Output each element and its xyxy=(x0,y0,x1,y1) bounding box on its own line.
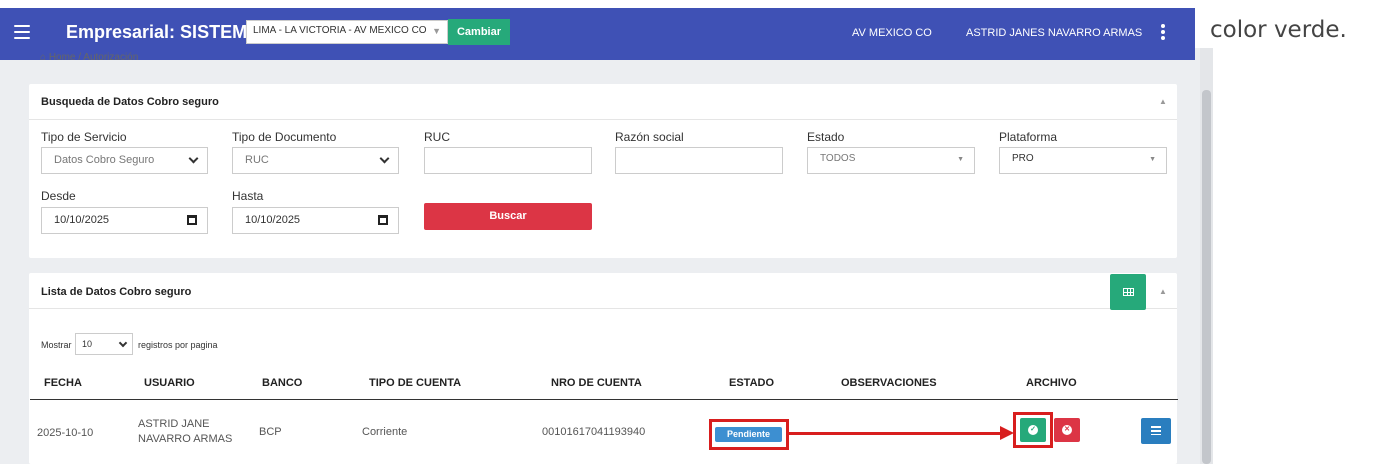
detail-button[interactable] xyxy=(1141,418,1171,444)
status-badge: Pendiente xyxy=(715,427,782,442)
col-estado[interactable]: ESTADO xyxy=(729,377,774,389)
hasta-value: 10/10/2025 xyxy=(245,214,301,226)
scrollbar-thumb[interactable] xyxy=(1202,90,1211,464)
show-label: Mostrar xyxy=(41,340,72,350)
col-usuario[interactable]: USUARIO xyxy=(144,377,195,389)
label-tipo-documento: Tipo de Documento xyxy=(232,130,337,144)
times-circle-icon: ✕ xyxy=(1062,425,1072,435)
table-header-divider xyxy=(30,399,1178,400)
col-tipo-cuenta[interactable]: TIPO DE CUENTA xyxy=(369,377,461,389)
export-excel-button[interactable] xyxy=(1110,274,1146,310)
desde-value: 10/10/2025 xyxy=(54,214,110,226)
page-size-select[interactable]: 10 xyxy=(75,333,133,355)
search-card-title: Busqueda de Datos Cobro seguro xyxy=(41,96,219,108)
kebab-menu-icon[interactable] xyxy=(1160,24,1166,40)
company-title: Empresarial: SISTEMAS xyxy=(66,22,273,42)
ruc-input[interactable] xyxy=(424,147,592,174)
calendar-icon[interactable] xyxy=(378,215,388,225)
branch-select[interactable]: LIMA - LA VICTORIA - AV MEXICO CO ▼ xyxy=(246,20,448,44)
breadcrumb: ⌂ Home / Autorización xyxy=(40,52,139,62)
current-user[interactable]: ASTRID JANES NAVARRO ARMAS xyxy=(966,27,1142,39)
tipo-documento-value: RUC xyxy=(245,154,269,166)
calendar-icon[interactable] xyxy=(187,215,197,225)
check-circle-icon: ✓ xyxy=(1028,425,1038,435)
records-per-page-label: registros por pagina xyxy=(138,340,218,350)
annotation-arrow-head xyxy=(1000,426,1014,440)
estado-value: TODOS xyxy=(820,153,856,164)
search-button[interactable]: Buscar xyxy=(424,203,592,230)
collapse-up-icon[interactable]: ▲ xyxy=(1159,97,1167,106)
plataforma-value: PRO xyxy=(1012,153,1034,164)
cell-usuario-line1: ASTRID JANE xyxy=(138,418,210,430)
plataforma-select[interactable]: PRO ▼ xyxy=(999,147,1167,174)
razon-social-input[interactable] xyxy=(615,147,783,174)
annotation-arrow-line xyxy=(789,432,1001,435)
label-plataforma: Plataforma xyxy=(999,130,1058,144)
caret-down-icon: ▼ xyxy=(957,156,964,163)
hasta-date-input[interactable]: 10/10/2025 xyxy=(232,207,399,234)
chevron-down-icon xyxy=(118,338,128,348)
col-observaciones[interactable]: OBSERVACIONES xyxy=(841,377,937,389)
tipo-documento-select[interactable]: RUC xyxy=(232,147,399,174)
page-size-value: 10 xyxy=(82,339,93,349)
tipo-servicio-value: Datos Cobro Seguro xyxy=(54,154,155,166)
app-root: Empresarial: SISTEMAS LIMA - LA VICTORIA… xyxy=(0,0,1384,464)
cell-nro-cuenta: 00101617041193940 xyxy=(542,426,646,438)
caret-down-icon: ▼ xyxy=(432,26,441,36)
estado-select[interactable]: TODOS ▼ xyxy=(807,147,975,174)
search-card-header: Busqueda de Datos Cobro seguro ▲ xyxy=(29,84,1177,120)
col-banco[interactable]: BANCO xyxy=(262,377,302,389)
chevron-down-icon xyxy=(188,153,199,164)
approve-button[interactable]: ✓ xyxy=(1020,418,1046,442)
change-branch-button[interactable]: Cambiar xyxy=(448,19,510,45)
table-grid-icon xyxy=(1123,288,1134,296)
cell-usuario-line2: NAVARRO ARMAS xyxy=(138,433,233,445)
list-card-header: Lista de Datos Cobro seguro ▲ xyxy=(29,273,1177,309)
col-nro-cuenta[interactable]: NRO DE CUENTA xyxy=(551,377,642,389)
top-navbar: Empresarial: SISTEMAS LIMA - LA VICTORIA… xyxy=(0,8,1195,60)
cell-tipo-cuenta: Corriente xyxy=(362,426,408,438)
label-hasta: Hasta xyxy=(232,189,264,203)
tipo-servicio-select[interactable]: Datos Cobro Seguro xyxy=(41,147,208,174)
list-card-title: Lista de Datos Cobro seguro xyxy=(41,286,192,298)
branch-select-value: LIMA - LA VICTORIA - AV MEXICO CO xyxy=(253,25,427,36)
caret-down-icon: ▼ xyxy=(1149,156,1156,163)
label-desde: Desde xyxy=(41,189,76,203)
current-location: AV MEXICO CO xyxy=(852,27,932,39)
label-razon-social: Razón social xyxy=(615,130,684,144)
chevron-down-icon xyxy=(379,153,390,164)
col-fecha[interactable]: FECHA xyxy=(44,377,82,389)
reject-button[interactable]: ✕ xyxy=(1054,418,1080,442)
cell-banco: BCP xyxy=(259,426,282,438)
collapse-up-icon[interactable]: ▲ xyxy=(1159,287,1167,296)
instruction-text: color verde. xyxy=(1210,17,1347,43)
desde-date-input[interactable]: 10/10/2025 xyxy=(41,207,208,234)
list-icon xyxy=(1151,426,1161,435)
label-tipo-servicio: Tipo de Servicio xyxy=(41,130,127,144)
col-archivo[interactable]: ARCHIVO xyxy=(1026,377,1077,389)
label-ruc: RUC xyxy=(424,130,450,144)
hamburger-icon[interactable] xyxy=(14,25,30,39)
cell-fecha: 2025-10-10 xyxy=(37,427,94,439)
label-estado: Estado xyxy=(807,130,845,144)
